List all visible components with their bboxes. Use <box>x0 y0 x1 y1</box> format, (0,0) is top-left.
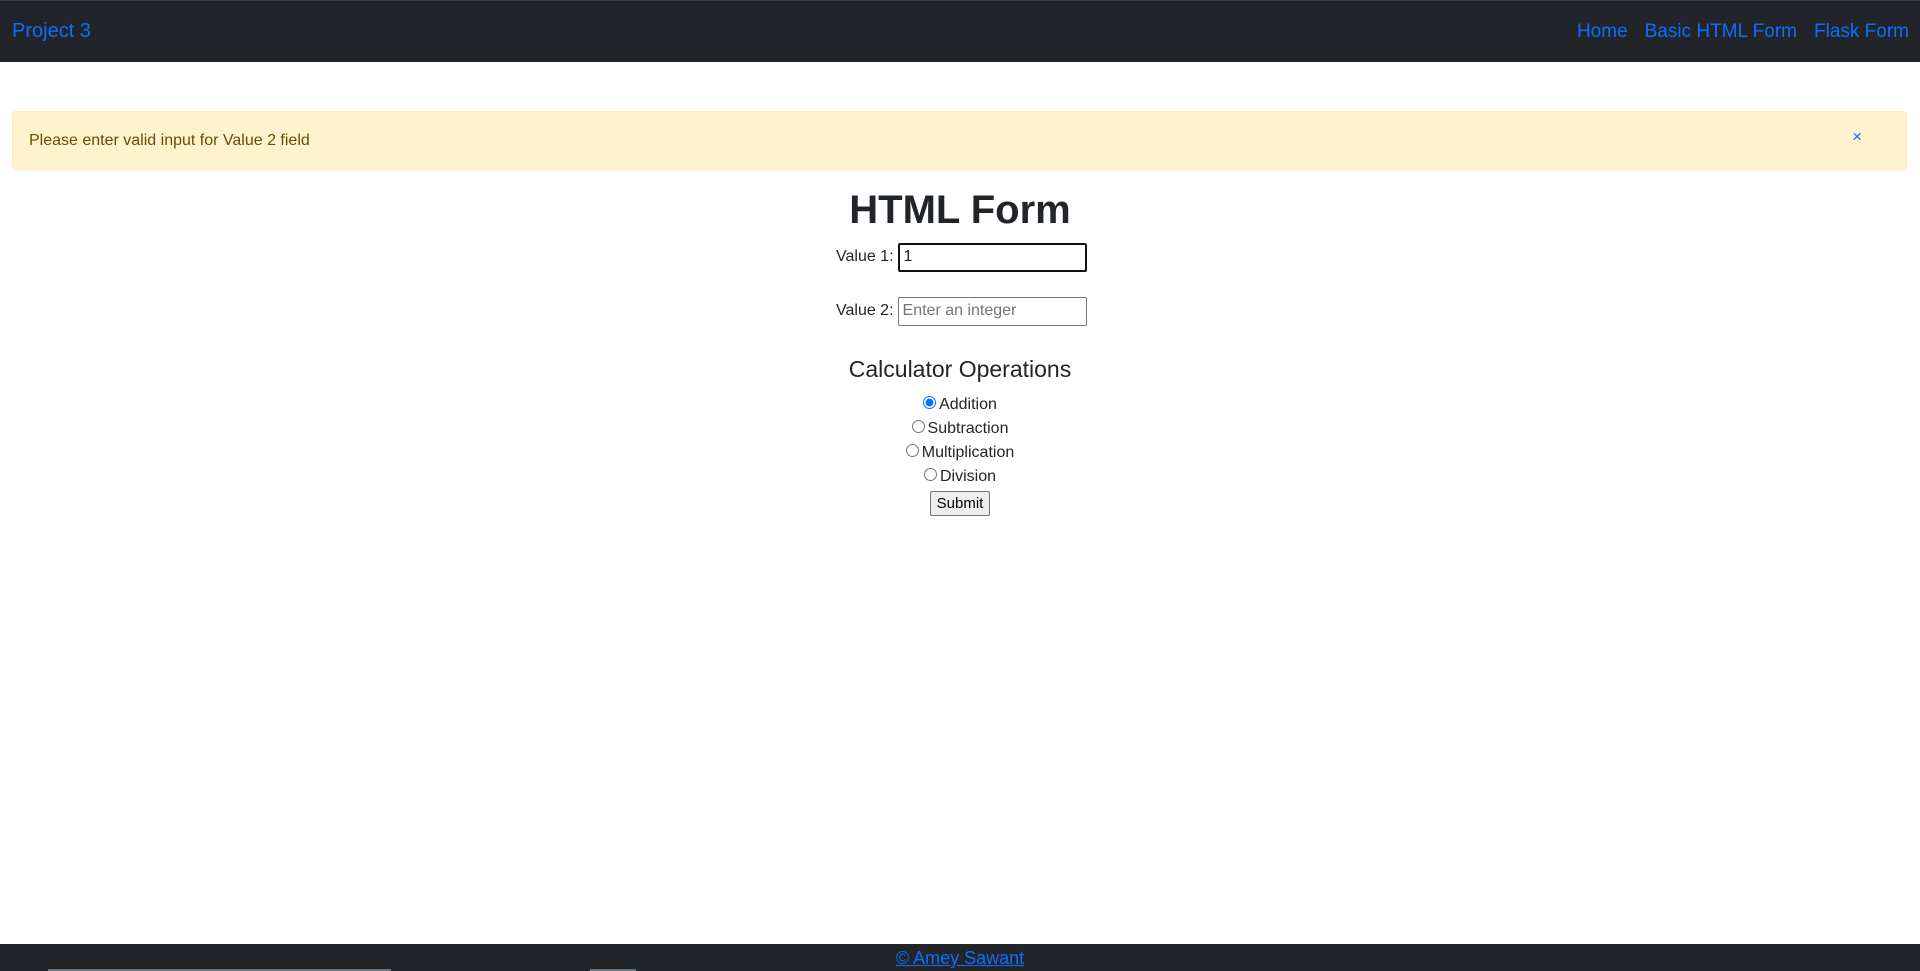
warning-alert: Please enter valid input for Value 2 fie… <box>12 111 1907 170</box>
value2-input[interactable] <box>897 296 1087 326</box>
radio-multiplication[interactable] <box>905 444 919 458</box>
navbar: Project 3 Home Basic HTML Form Flask For… <box>0 0 1920 62</box>
nav-link-basic-html-form[interactable]: Basic HTML Form <box>1645 21 1797 43</box>
footer-copyright-link[interactable]: © Amey Sawant <box>896 948 1024 968</box>
value2-row: Value 2: <box>836 296 1087 326</box>
radio-subtraction-label[interactable]: Subtraction <box>928 420 1009 437</box>
radio-multiplication-row: Multiplication <box>0 444 1920 462</box>
radio-division-row: Division <box>0 468 1920 486</box>
submit-button[interactable]: Submit <box>929 491 991 516</box>
radio-division[interactable] <box>923 468 937 482</box>
radio-subtraction[interactable] <box>911 420 925 434</box>
submit-wrap: Submit <box>0 491 1920 516</box>
value1-label: Value 1: <box>836 248 894 265</box>
navbar-brand-link[interactable]: Project 3 <box>12 20 91 43</box>
radio-division-label[interactable]: Division <box>940 468 996 485</box>
value1-row: Value 1: <box>836 242 1087 272</box>
radio-addition-row: Addition <box>0 396 1920 414</box>
nav-link-home[interactable]: Home <box>1577 21 1628 43</box>
value1-input[interactable] <box>897 242 1087 272</box>
radio-subtraction-row: Subtraction <box>0 420 1920 438</box>
nav-link-flask-form[interactable]: Flask Form <box>1814 21 1909 43</box>
alert-message: Please enter valid input for Value 2 fie… <box>29 132 310 149</box>
radio-addition[interactable] <box>923 396 937 410</box>
footer: © Amey Sawant <box>0 944 1920 971</box>
radio-multiplication-label[interactable]: Multiplication <box>922 444 1014 461</box>
value2-label: Value 2: <box>836 302 894 319</box>
radio-addition-label[interactable]: Addition <box>939 396 997 413</box>
close-icon[interactable]: × <box>1852 128 1862 145</box>
page-title: HTML Form <box>849 188 1071 232</box>
navbar-links: Home Basic HTML Form Flask Form <box>1577 21 1909 43</box>
operations-title: Calculator Operations <box>848 356 1072 382</box>
